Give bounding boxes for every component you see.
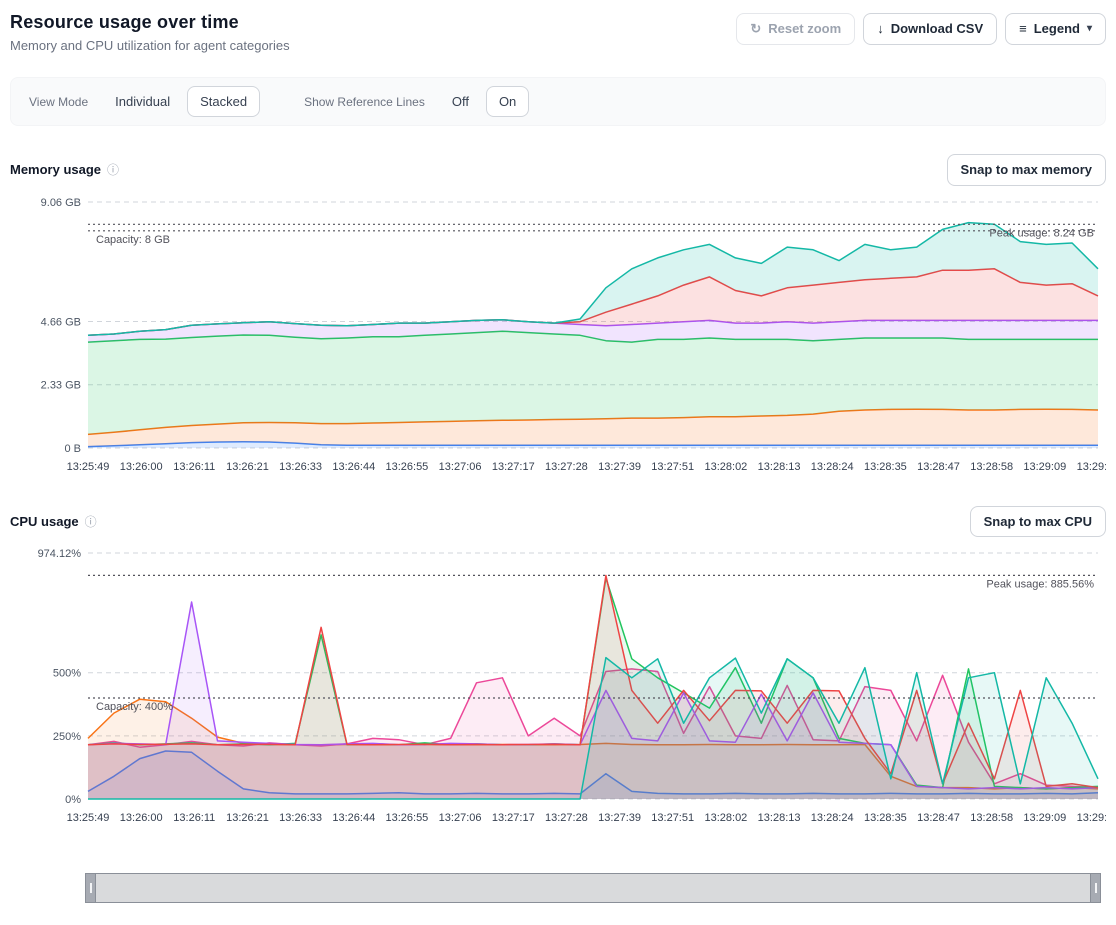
legend-label: Legend	[1034, 21, 1080, 37]
view-mode-individual[interactable]: Individual	[102, 86, 183, 117]
page-subtitle: Memory and CPU utilization for agent cat…	[10, 38, 290, 53]
svg-text:13:26:00: 13:26:00	[120, 812, 163, 824]
svg-text:13:29:09: 13:29:09	[1023, 812, 1066, 824]
svg-text:13:26:55: 13:26:55	[385, 812, 428, 824]
memory-title-text: Memory usage	[10, 162, 101, 177]
cpu-info-icon[interactable]: ⓘ	[85, 513, 97, 530]
svg-text:13:27:06: 13:27:06	[439, 461, 482, 473]
svg-text:13:28:24: 13:28:24	[811, 461, 854, 473]
page-title: Resource usage over time	[10, 12, 290, 33]
reset-zoom-label: Reset zoom	[768, 21, 841, 37]
memory-usage-chart[interactable]: 9.06 GB 4.66 GB 2.33 GB 0 B Capacity: 8 GB Pe…	[10, 190, 1106, 478]
svg-text:13:26:44: 13:26:44	[332, 812, 375, 824]
svg-text:13:28:58: 13:28:58	[970, 461, 1013, 473]
legend-icon: ≡	[1019, 22, 1027, 35]
svg-text:13:28:47: 13:28:47	[917, 461, 960, 473]
svg-text:13:26:44: 13:26:44	[332, 461, 375, 473]
svg-text:13:26:33: 13:26:33	[279, 812, 322, 824]
svg-text:0%: 0%	[65, 794, 81, 806]
svg-text:13:29:09: 13:29:09	[1023, 461, 1066, 473]
svg-text:13:26:21: 13:26:21	[226, 812, 269, 824]
page-header: Resource usage over time Memory and CPU …	[10, 10, 1106, 53]
svg-text:Capacity: 400%: Capacity: 400%	[96, 701, 173, 713]
reset-zoom-icon: ↻	[750, 22, 761, 35]
svg-text:4.66 GB: 4.66 GB	[41, 316, 81, 328]
chart-controls-bar: View Mode Individual Stacked Show Refere…	[10, 77, 1106, 126]
svg-text:13:27:17: 13:27:17	[492, 461, 535, 473]
svg-text:9.06 GB: 9.06 GB	[41, 197, 81, 209]
svg-text:13:29:24: 13:29:24	[1077, 461, 1106, 473]
snap-max-cpu-label: Snap to max CPU	[984, 514, 1092, 530]
svg-text:974.12%: 974.12%	[38, 548, 82, 560]
snap-max-memory-button[interactable]: Snap to max memory	[947, 154, 1107, 186]
svg-text:13:27:39: 13:27:39	[598, 812, 641, 824]
svg-text:13:28:47: 13:28:47	[917, 812, 960, 824]
download-csv-label: Download CSV	[891, 21, 983, 37]
svg-text:13:28:13: 13:28:13	[758, 812, 801, 824]
legend-button[interactable]: ≡ Legend ▾	[1005, 13, 1106, 45]
svg-text:13:26:00: 13:26:00	[120, 461, 163, 473]
svg-text:13:25:49: 13:25:49	[67, 461, 110, 473]
reset-zoom-button[interactable]: ↻ Reset zoom	[736, 13, 855, 45]
chevron-down-icon: ▾	[1087, 24, 1092, 34]
reference-lines-label: Show Reference Lines	[304, 95, 425, 109]
svg-text:500%: 500%	[53, 668, 81, 680]
svg-text:Peak usage: 8.24 GB: Peak usage: 8.24 GB	[989, 227, 1094, 239]
svg-text:13:27:39: 13:27:39	[598, 461, 641, 473]
reference-lines-on[interactable]: On	[486, 86, 529, 117]
view-mode-label: View Mode	[29, 95, 88, 109]
svg-text:13:29:24: 13:29:24	[1077, 812, 1106, 824]
svg-text:13:27:28: 13:27:28	[545, 461, 588, 473]
svg-text:250%: 250%	[53, 731, 81, 743]
memory-section-title: Memory usage ⓘ	[10, 161, 119, 178]
snap-max-cpu-button[interactable]: Snap to max CPU	[970, 506, 1106, 538]
svg-text:13:26:55: 13:26:55	[385, 461, 428, 473]
download-csv-button[interactable]: ↓ Download CSV	[863, 13, 997, 45]
cpu-title-text: CPU usage	[10, 514, 79, 529]
svg-text:13:28:02: 13:28:02	[704, 812, 747, 824]
svg-text:13:28:58: 13:28:58	[970, 812, 1013, 824]
cpu-section-title: CPU usage ⓘ	[10, 513, 97, 530]
svg-text:13:25:49: 13:25:49	[67, 812, 110, 824]
cpu-section-header: CPU usage ⓘ Snap to max CPU	[10, 506, 1106, 538]
svg-text:0 B: 0 B	[64, 443, 81, 455]
svg-text:13:28:02: 13:28:02	[704, 461, 747, 473]
time-range-brush[interactable]	[85, 873, 1101, 903]
memory-info-icon[interactable]: ⓘ	[107, 161, 119, 178]
svg-text:13:27:28: 13:27:28	[545, 812, 588, 824]
svg-text:13:27:06: 13:27:06	[439, 812, 482, 824]
svg-text:13:28:35: 13:28:35	[864, 812, 907, 824]
svg-text:13:27:17: 13:27:17	[492, 812, 535, 824]
svg-text:13:27:51: 13:27:51	[651, 812, 694, 824]
resource-usage-panel: Resource usage over time Memory and CPU …	[0, 0, 1116, 925]
cpu-usage-chart[interactable]: 974.12% 500% 250% 0% Capacity: 400% Peak usag…	[10, 541, 1106, 829]
snap-max-memory-label: Snap to max memory	[961, 162, 1093, 178]
svg-text:13:28:24: 13:28:24	[811, 812, 854, 824]
reference-lines-off[interactable]: Off	[439, 86, 482, 117]
svg-text:13:26:33: 13:26:33	[279, 461, 322, 473]
svg-text:2.33 GB: 2.33 GB	[41, 379, 81, 391]
svg-text:Capacity: 8 GB: Capacity: 8 GB	[96, 233, 170, 245]
svg-text:13:26:11: 13:26:11	[173, 461, 215, 473]
svg-text:13:26:11: 13:26:11	[173, 812, 215, 824]
svg-text:Peak usage: 885.56%: Peak usage: 885.56%	[986, 579, 1094, 591]
header-text: Resource usage over time Memory and CPU …	[10, 10, 290, 53]
memory-section-header: Memory usage ⓘ Snap to max memory	[10, 154, 1106, 186]
svg-text:13:26:21: 13:26:21	[226, 461, 269, 473]
svg-text:13:28:13: 13:28:13	[758, 461, 801, 473]
header-actions: ↻ Reset zoom ↓ Download CSV ≡ Legend ▾	[736, 13, 1106, 45]
view-mode-stacked[interactable]: Stacked	[187, 86, 260, 117]
download-icon: ↓	[877, 22, 884, 35]
brush-handle-left[interactable]	[86, 874, 96, 902]
svg-text:13:27:51: 13:27:51	[651, 461, 694, 473]
brush-handle-right[interactable]	[1090, 874, 1100, 902]
svg-text:13:28:35: 13:28:35	[864, 461, 907, 473]
